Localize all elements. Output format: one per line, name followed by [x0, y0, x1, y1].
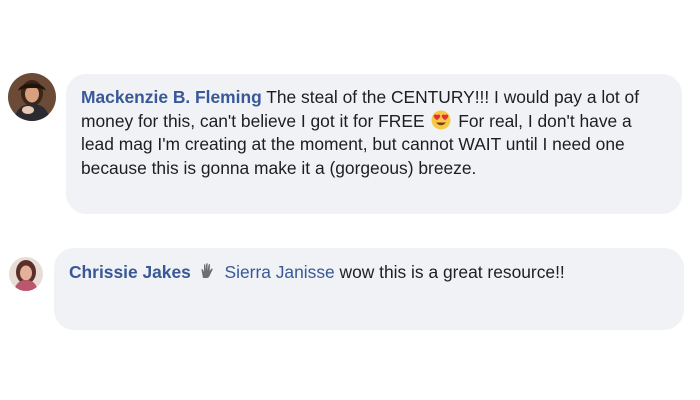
comment-bubble: Chrissie Jakes Sierra Janisse wow this i…: [54, 248, 684, 330]
comment-text: wow this is a great resource!!: [339, 262, 565, 282]
mention-link[interactable]: Sierra Janisse: [225, 262, 335, 282]
comment-author[interactable]: Mackenzie B. Fleming: [81, 87, 262, 107]
avatar-photo: [9, 257, 43, 291]
comment-author[interactable]: Chrissie Jakes: [69, 262, 191, 282]
comment-bubble: Mackenzie B. Fleming The steal of the CE…: [66, 74, 682, 214]
avatar[interactable]: [8, 73, 56, 121]
avatar-photo: [8, 73, 56, 121]
top-fan-badge-icon: [201, 263, 213, 278]
avatar[interactable]: [9, 257, 43, 291]
heart-eyes-emoji-icon: [431, 110, 451, 129]
